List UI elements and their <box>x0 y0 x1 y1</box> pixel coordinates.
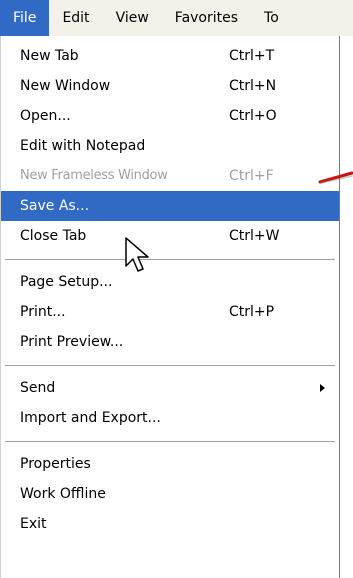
menu-item-work-offline[interactable]: Work Offline <box>1 479 339 509</box>
menu-item-edit-with-notepad[interactable]: Edit with Notepad <box>1 131 339 161</box>
menu-item-new-frameless-window: New Frameless Window Ctrl+F <box>1 161 339 191</box>
menu-item-label: New Tab <box>20 48 79 64</box>
menu-item-label: Save As... <box>20 198 90 214</box>
arrow-cursor-icon <box>125 237 149 272</box>
menu-item-import-and-export[interactable]: Import and Export... <box>1 403 339 433</box>
menu-file[interactable]: File <box>0 0 50 36</box>
menu-item-page-setup[interactable]: Page Setup... <box>1 267 339 297</box>
menu-separator <box>5 365 335 366</box>
menu-item-new-window[interactable]: New Window Ctrl+N <box>1 71 339 101</box>
menu-item-open[interactable]: Open... Ctrl+O <box>1 101 339 131</box>
menu-item-label: Send <box>20 380 56 396</box>
menu-item-print[interactable]: Print... Ctrl+P <box>1 297 339 327</box>
menu-view[interactable]: View <box>103 0 162 36</box>
menu-item-label: Exit <box>20 516 47 532</box>
menu-item-label: Print Preview... <box>20 334 124 350</box>
menu-item-exit[interactable]: Exit <box>1 509 339 539</box>
red-arrow-icon <box>318 171 353 184</box>
menu-item-label: Edit with Notepad <box>20 138 146 154</box>
menu-item-label: Page Setup... <box>20 274 113 290</box>
menu-item-label: Print... <box>20 304 66 320</box>
file-menu-dropdown: New Tab Ctrl+T New Window Ctrl+N Open...… <box>0 36 340 578</box>
menu-item-shortcut: Ctrl+P <box>229 304 275 320</box>
menu-item-shortcut: Ctrl+T <box>229 48 275 64</box>
menu-separator <box>5 259 335 260</box>
menu-item-shortcut: Ctrl+N <box>229 78 277 94</box>
menu-item-close-tab[interactable]: Close Tab Ctrl+W <box>1 221 339 251</box>
menu-item-label: Import and Export... <box>20 410 161 426</box>
menu-item-shortcut: Ctrl+O <box>229 108 277 124</box>
menu-edit[interactable]: Edit <box>49 0 102 36</box>
menu-item-shortcut: Ctrl+F <box>229 168 274 184</box>
menu-item-print-preview[interactable]: Print Preview... <box>1 327 339 357</box>
menu-item-label: Close Tab <box>20 228 87 244</box>
menu-item-shortcut: Ctrl+W <box>229 228 280 244</box>
menu-item-label: Properties <box>20 456 91 472</box>
submenu-arrow-icon <box>320 384 325 392</box>
menu-item-label: Open... <box>20 108 71 124</box>
menu-item-send[interactable]: Send <box>1 373 339 403</box>
menu-item-label: New Window <box>20 78 111 94</box>
menu-tools[interactable]: To <box>251 0 292 36</box>
menu-item-properties[interactable]: Properties <box>1 449 339 479</box>
menu-item-save-as[interactable]: Save As... <box>1 191 339 221</box>
menu-favorites[interactable]: Favorites <box>162 0 251 36</box>
menu-separator <box>5 441 335 442</box>
menu-item-label: New Frameless Window <box>20 168 168 183</box>
menu-item-label: Work Offline <box>20 486 106 502</box>
menu-bar: File Edit View Favorites To <box>0 0 353 36</box>
menu-item-new-tab[interactable]: New Tab Ctrl+T <box>1 41 339 71</box>
